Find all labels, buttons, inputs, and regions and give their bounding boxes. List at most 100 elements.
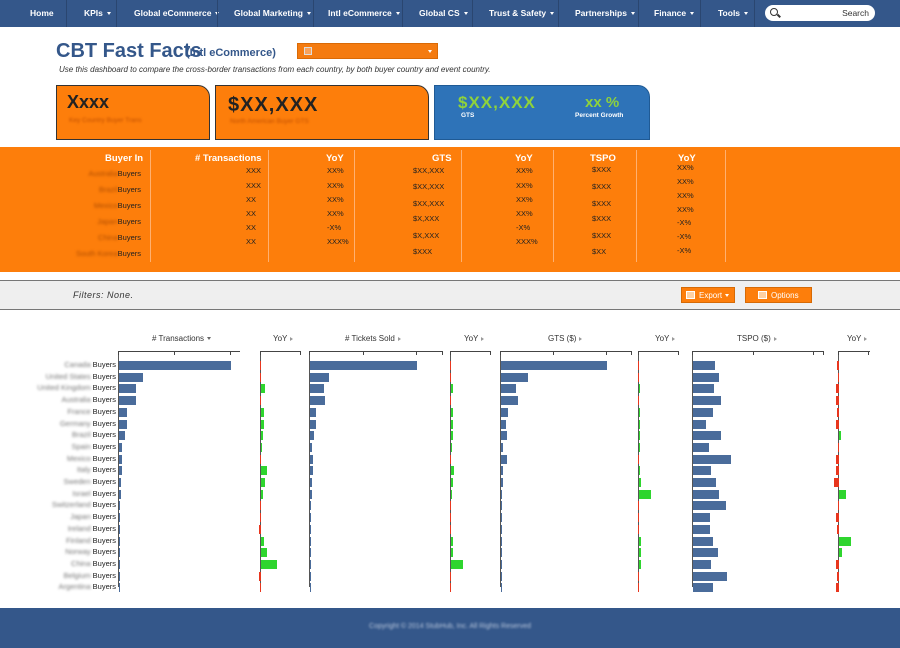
nav-trust-safety[interactable]: Trust & Safety (489, 0, 555, 27)
yoy-negative-bar (450, 396, 451, 405)
column-header-gts[interactable]: GTS ($) (548, 334, 583, 343)
chevron-down-icon (744, 12, 749, 16)
summary-cell: $XX,XXX (413, 199, 445, 208)
bar (693, 384, 714, 393)
buyers-suffix: Buyers (92, 383, 116, 392)
options-button[interactable]: Options (745, 287, 812, 303)
summary-cell: XX% (516, 166, 533, 175)
bar (501, 548, 502, 557)
summary-cell: XX (246, 195, 257, 204)
export-button[interactable]: Export (681, 287, 735, 303)
yoy-positive-bar (261, 384, 265, 393)
axis-tick (300, 351, 301, 355)
yoy-positive-bar (639, 384, 640, 393)
filters-bar: Filters: None. Export Options (0, 280, 900, 310)
column-header-transactions[interactable]: # Transactions (152, 334, 212, 343)
nav-finance-label: Finance (654, 8, 687, 18)
chart-row-label: Argentina Buyers (20, 582, 116, 591)
country-name: United Kingdom (37, 383, 91, 392)
bar (310, 396, 325, 405)
nav-partnerships[interactable]: Partnerships (575, 0, 635, 27)
buyers-suffix: Buyers (92, 360, 116, 369)
column-header-yoy[interactable]: YoY (273, 334, 294, 343)
yoy-negative-bar (638, 396, 639, 405)
column-divider (725, 150, 726, 262)
summary-cell: -X% (677, 246, 692, 255)
yoy-negative-bar (260, 583, 261, 592)
search-input[interactable] (782, 6, 837, 20)
nav-divider (700, 0, 701, 27)
chevron-down-icon (306, 12, 311, 16)
yoy-positive-bar (261, 537, 264, 546)
summary-cell: XX% (677, 163, 694, 172)
nav-global-cs[interactable]: Global CS (419, 0, 468, 27)
country-name: Sweden (63, 477, 91, 486)
column-header-yoy[interactable]: YoY (655, 334, 676, 343)
yoy-negative-bar (638, 455, 639, 464)
axis-line (450, 351, 490, 352)
nav-intl-ecommerce[interactable]: Intl eCommerce (328, 0, 400, 27)
axis-tick (442, 351, 443, 355)
buyers-suffix: Buyers (92, 454, 116, 463)
chart-row-label: Spain Buyers (20, 442, 116, 451)
column-header-tspo[interactable]: TSPO ($) (737, 334, 777, 343)
column-header-tickets[interactable]: # Tickets Sold (345, 334, 401, 343)
bar (119, 443, 122, 452)
buyers-suffix: Buyers (92, 419, 116, 428)
country-select[interactable] (297, 43, 438, 59)
yoy-positive-bar (639, 431, 640, 440)
country-name: Mexico (66, 454, 91, 463)
bar (119, 466, 122, 475)
chart-row-label: Finland Buyers (20, 536, 116, 545)
country-name: China (98, 233, 118, 242)
nav-tools[interactable]: Tools (718, 0, 749, 27)
chart-row-label: Norway Buyers (20, 547, 116, 556)
summary-cell: $X,XXX (413, 231, 440, 240)
summary-cell: XXX% (327, 237, 349, 246)
bar (310, 361, 417, 370)
nav-global-ecommerce[interactable]: Global eCommerce (134, 0, 220, 27)
bar (119, 361, 231, 370)
yoy-negative-bar (450, 361, 451, 370)
bar (310, 466, 313, 475)
yoy-positive-bar (639, 548, 641, 557)
yoy-negative-bar (450, 501, 451, 510)
yoy-negative-bar (450, 525, 451, 534)
axis-tick (553, 351, 554, 355)
column-header-yoy[interactable]: YoY (464, 334, 485, 343)
yoy-negative-bar (259, 525, 261, 534)
buyers-suffix: Buyers (92, 547, 116, 556)
bar (501, 408, 508, 417)
bar (119, 420, 127, 429)
nav-divider (116, 0, 117, 27)
axis-line (309, 351, 443, 352)
nav-finance[interactable]: Finance (654, 0, 695, 27)
nav-kpis-label: KPIs (84, 8, 103, 18)
chart-row-label: Israel Buyers (20, 489, 116, 498)
axis-tick (416, 351, 417, 355)
bar (310, 548, 311, 557)
nav-global-marketing[interactable]: Global Marketing (234, 0, 311, 27)
summary-cell: XX% (327, 181, 344, 190)
bar (310, 431, 314, 440)
yoy-negative-bar (450, 572, 451, 581)
buyers-suffix: Buyers (92, 407, 116, 416)
search-button[interactable]: Search (842, 5, 869, 21)
bar (693, 560, 711, 569)
bar (501, 455, 507, 464)
summary-cell: $XX,XXX (413, 166, 445, 175)
chevron-down-icon (463, 12, 468, 16)
nav-home[interactable]: Home (30, 0, 54, 27)
country-name: Spain (71, 442, 91, 451)
yoy-negative-bar (259, 572, 261, 581)
sort-icon (481, 336, 485, 341)
yoy-negative-bar (638, 513, 639, 522)
bar (119, 490, 121, 499)
bar (693, 572, 727, 581)
nav-kpis[interactable]: KPIs (84, 0, 111, 27)
bar (119, 373, 143, 382)
summary-cell: $XX (592, 247, 607, 256)
column-header-yoy[interactable]: YoY (847, 334, 868, 343)
country-name: China (71, 559, 91, 568)
yoy-positive-bar (451, 408, 453, 417)
